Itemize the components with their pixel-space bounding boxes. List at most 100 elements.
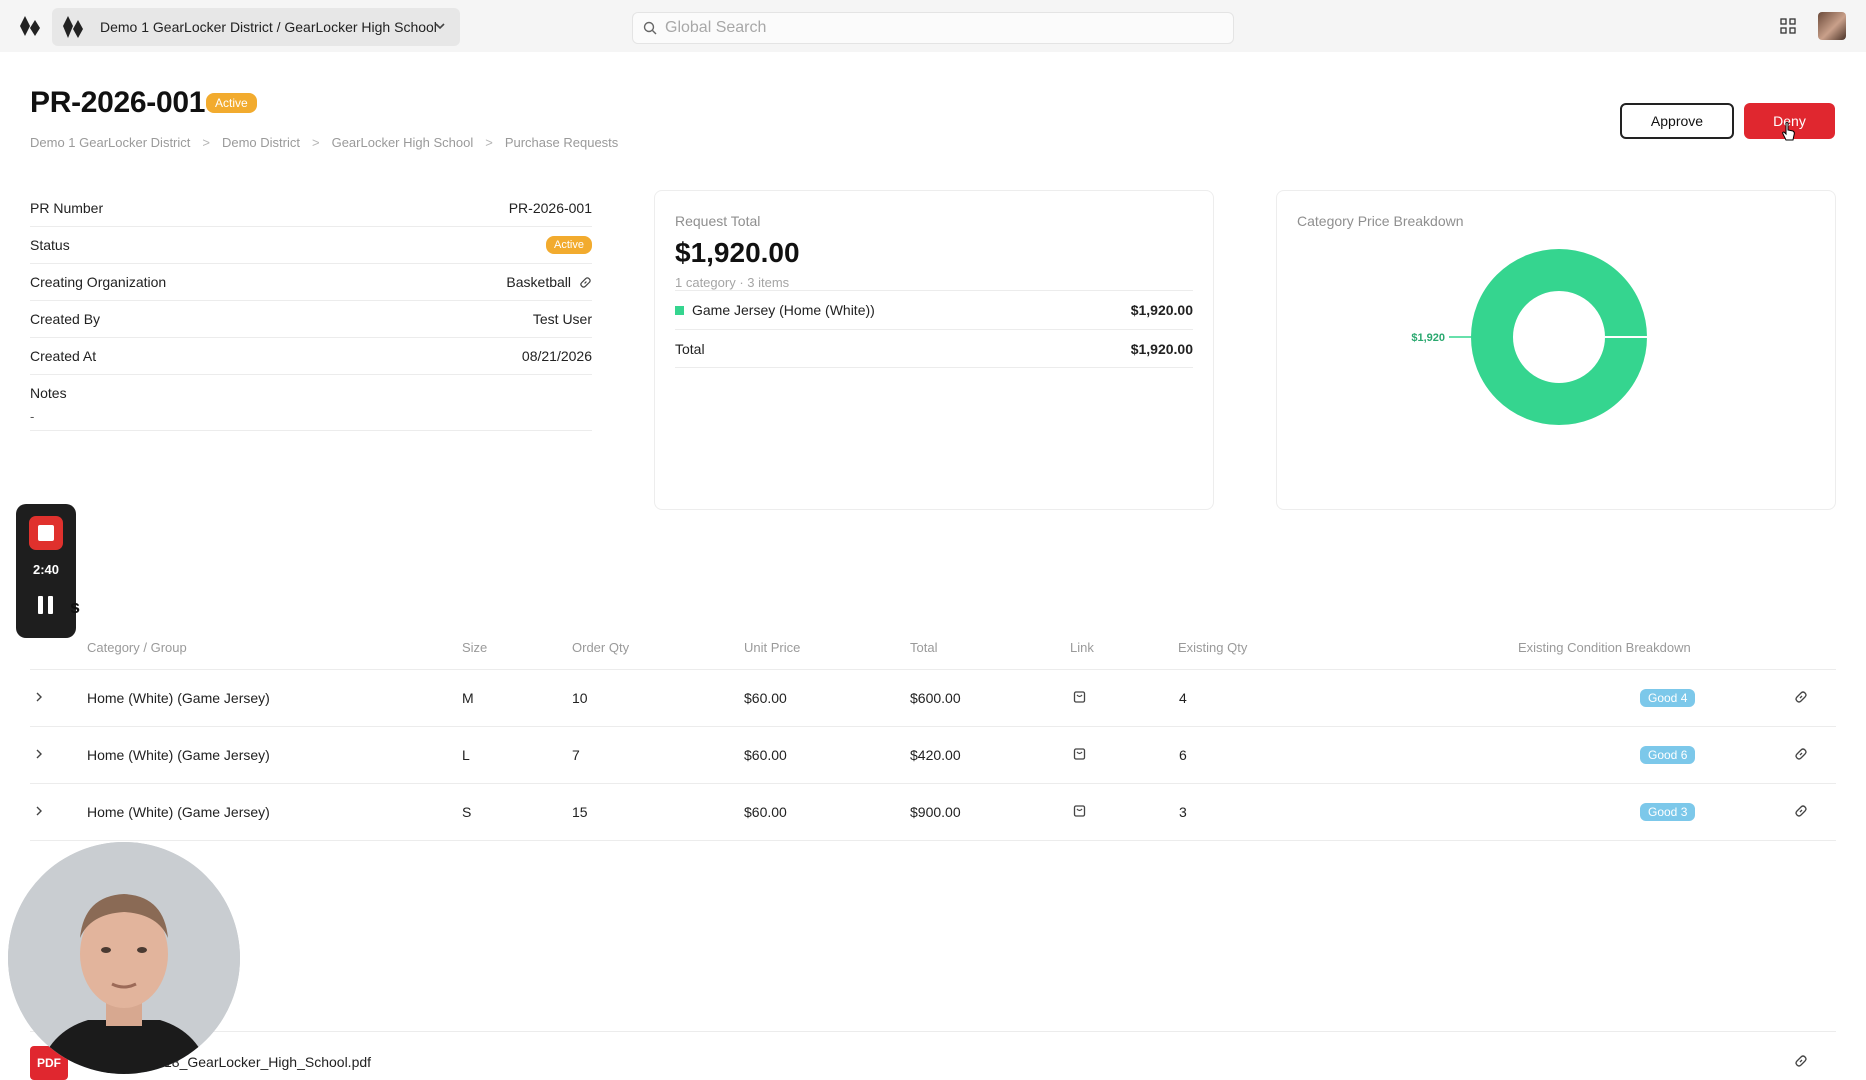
search-input[interactable]: [665, 19, 1225, 37]
cell-unit-price: $60.00: [744, 804, 787, 820]
chevron-right-icon[interactable]: [34, 747, 44, 761]
detail-row-creating-org: Creating Organization Basketball: [30, 264, 592, 301]
recording-time: 2:40: [32, 562, 60, 577]
cell-total: $900.00: [910, 804, 961, 820]
cell-size: M: [462, 690, 474, 706]
org-switcher-label: Demo 1 GearLocker District / GearLocker …: [100, 19, 437, 35]
cell-order-qty: 10: [572, 690, 588, 706]
attachment-file-name[interactable]: 18_GearLocker_High_School.pdf: [164, 1054, 371, 1070]
apps-grid-icon[interactable]: [1780, 18, 1796, 34]
table-row[interactable]: Home (White) (Game Jersey) S 15 $60.00 $…: [30, 783, 1836, 840]
breadcrumb-purchase-requests[interactable]: Purchase Requests: [505, 135, 618, 150]
detail-value: PR-2026-001: [508, 200, 592, 216]
breadcrumb-separator: >: [485, 135, 493, 150]
creating-org-link[interactable]: Basketball: [506, 274, 571, 290]
pause-icon[interactable]: [38, 596, 54, 614]
table-row[interactable]: Home (White) (Game Jersey) M 10 $60.00 $…: [30, 669, 1836, 726]
search-icon: [643, 21, 657, 35]
link-icon[interactable]: [1794, 804, 1808, 818]
shopping-bag-icon[interactable]: [1073, 746, 1086, 760]
col-order-qty: Order Qty: [572, 640, 630, 655]
status-pill: Active: [546, 236, 592, 254]
cell-size: L: [462, 747, 470, 763]
detail-label: Created By: [30, 311, 101, 327]
col-link: Link: [1070, 640, 1094, 655]
breadcrumb: Demo 1 GearLocker District > Demo Distri…: [30, 135, 618, 150]
cell-unit-price: $60.00: [744, 690, 787, 706]
table-row[interactable]: Home (White) (Game Jersey) L 7 $60.00 $4…: [30, 726, 1836, 783]
col-existing-qty: Existing Qty: [1178, 640, 1248, 655]
screen-recorder-widget: 2:40: [16, 504, 76, 638]
detail-row-status: Status Active: [30, 227, 592, 264]
cell-existing-qty: 3: [1179, 804, 1187, 820]
notes-label: Notes: [30, 385, 67, 401]
breadcrumb-separator: >: [312, 135, 320, 150]
breadcrumb-school[interactable]: GearLocker High School: [332, 135, 474, 150]
data-label: $1,920: [1411, 332, 1445, 344]
request-total-amount: $1,920.00: [675, 237, 800, 268]
org-switcher[interactable]: Demo 1 GearLocker District / GearLocker …: [52, 8, 460, 46]
category-swatch: [675, 305, 684, 315]
col-existing-condition: Existing Condition Breakdown: [1518, 640, 1691, 655]
cell-total: $600.00: [910, 690, 961, 706]
cell-group: Home (White) (Game Jersey): [87, 747, 270, 763]
link-icon[interactable]: [579, 276, 592, 289]
user-avatar[interactable]: [1818, 12, 1846, 40]
link-icon[interactable]: [1794, 690, 1808, 704]
donut-chart: $1,920: [1411, 249, 1647, 425]
request-total-heading: Request Total: [675, 213, 761, 229]
page-title: PR-2026-001: [30, 86, 206, 119]
col-size: Size: [462, 640, 488, 655]
shopping-bag-icon[interactable]: [1073, 689, 1086, 703]
col-total: Total: [910, 640, 938, 655]
cell-existing-qty: 6: [1179, 747, 1187, 763]
category-line-name: Game Jersey (Home (White)): [692, 302, 875, 318]
condition-badge: Good 6: [1640, 746, 1696, 764]
category-line: Game Jersey (Home (White)) $1,920.00: [675, 290, 1193, 329]
detail-row-created-at: Created At 08/21/2026: [30, 338, 592, 375]
webcam-overlay: [8, 842, 240, 1074]
approve-button[interactable]: Approve: [1620, 103, 1734, 139]
detail-label: Status: [30, 237, 70, 253]
condition-badge: Good 4: [1640, 689, 1696, 707]
breadcrumb-district[interactable]: Demo 1 GearLocker District: [30, 135, 190, 150]
link-icon[interactable]: [1794, 1054, 1808, 1068]
detail-value: 08/21/2026: [521, 348, 592, 364]
total-label: Total: [675, 340, 705, 357]
global-search[interactable]: [632, 12, 1234, 44]
cell-unit-price: $60.00: [744, 747, 787, 763]
request-total-card: Request Total $1,920.00 1 category · 3 i…: [654, 190, 1214, 510]
cell-existing-qty: 4: [1179, 690, 1187, 706]
app-logo-icon[interactable]: [18, 14, 44, 38]
col-category-group: Category / Group: [87, 640, 187, 655]
cell-order-qty: 7: [572, 747, 580, 763]
cell-total: $420.00: [910, 747, 961, 763]
attachments-divider: [30, 1031, 1836, 1032]
shopping-bag-icon[interactable]: [1073, 803, 1086, 817]
chevron-right-icon[interactable]: [34, 690, 44, 704]
notes-value: -: [30, 409, 35, 424]
stop-recording-icon[interactable]: [29, 516, 63, 550]
detail-label: Creating Organization: [30, 274, 167, 290]
table-divider: [30, 840, 1836, 841]
category-line-amount: $1,920.00: [1130, 302, 1193, 318]
items-section-title: s: [70, 597, 81, 617]
detail-label: Created At: [30, 348, 97, 364]
col-unit-price: Unit Price: [744, 640, 801, 655]
condition-badge: Good 3: [1640, 803, 1696, 821]
status-badge: Active: [206, 93, 257, 113]
items-table-header: Category / Group Size Order Qty Unit Pri…: [30, 636, 1836, 668]
detail-label: PR Number: [30, 200, 104, 216]
cell-group: Home (White) (Game Jersey): [87, 690, 270, 706]
total-line: Total $1,920.00: [675, 329, 1193, 368]
link-icon[interactable]: [1794, 747, 1808, 761]
request-total-subtitle: 1 category · 3 items: [675, 275, 790, 290]
org-logo-icon: [63, 16, 83, 38]
chevron-right-icon[interactable]: [34, 804, 44, 818]
cell-group: Home (White) (Game Jersey): [87, 804, 270, 820]
chevron-down-icon: [435, 23, 445, 30]
category-breakdown-card: Category Price Breakdown $1,920: [1276, 190, 1836, 510]
top-bar: Demo 1 GearLocker District / GearLocker …: [0, 0, 1866, 52]
breadcrumb-demo-district[interactable]: Demo District: [222, 135, 300, 150]
total-amount: $1,920.00: [1130, 340, 1193, 357]
